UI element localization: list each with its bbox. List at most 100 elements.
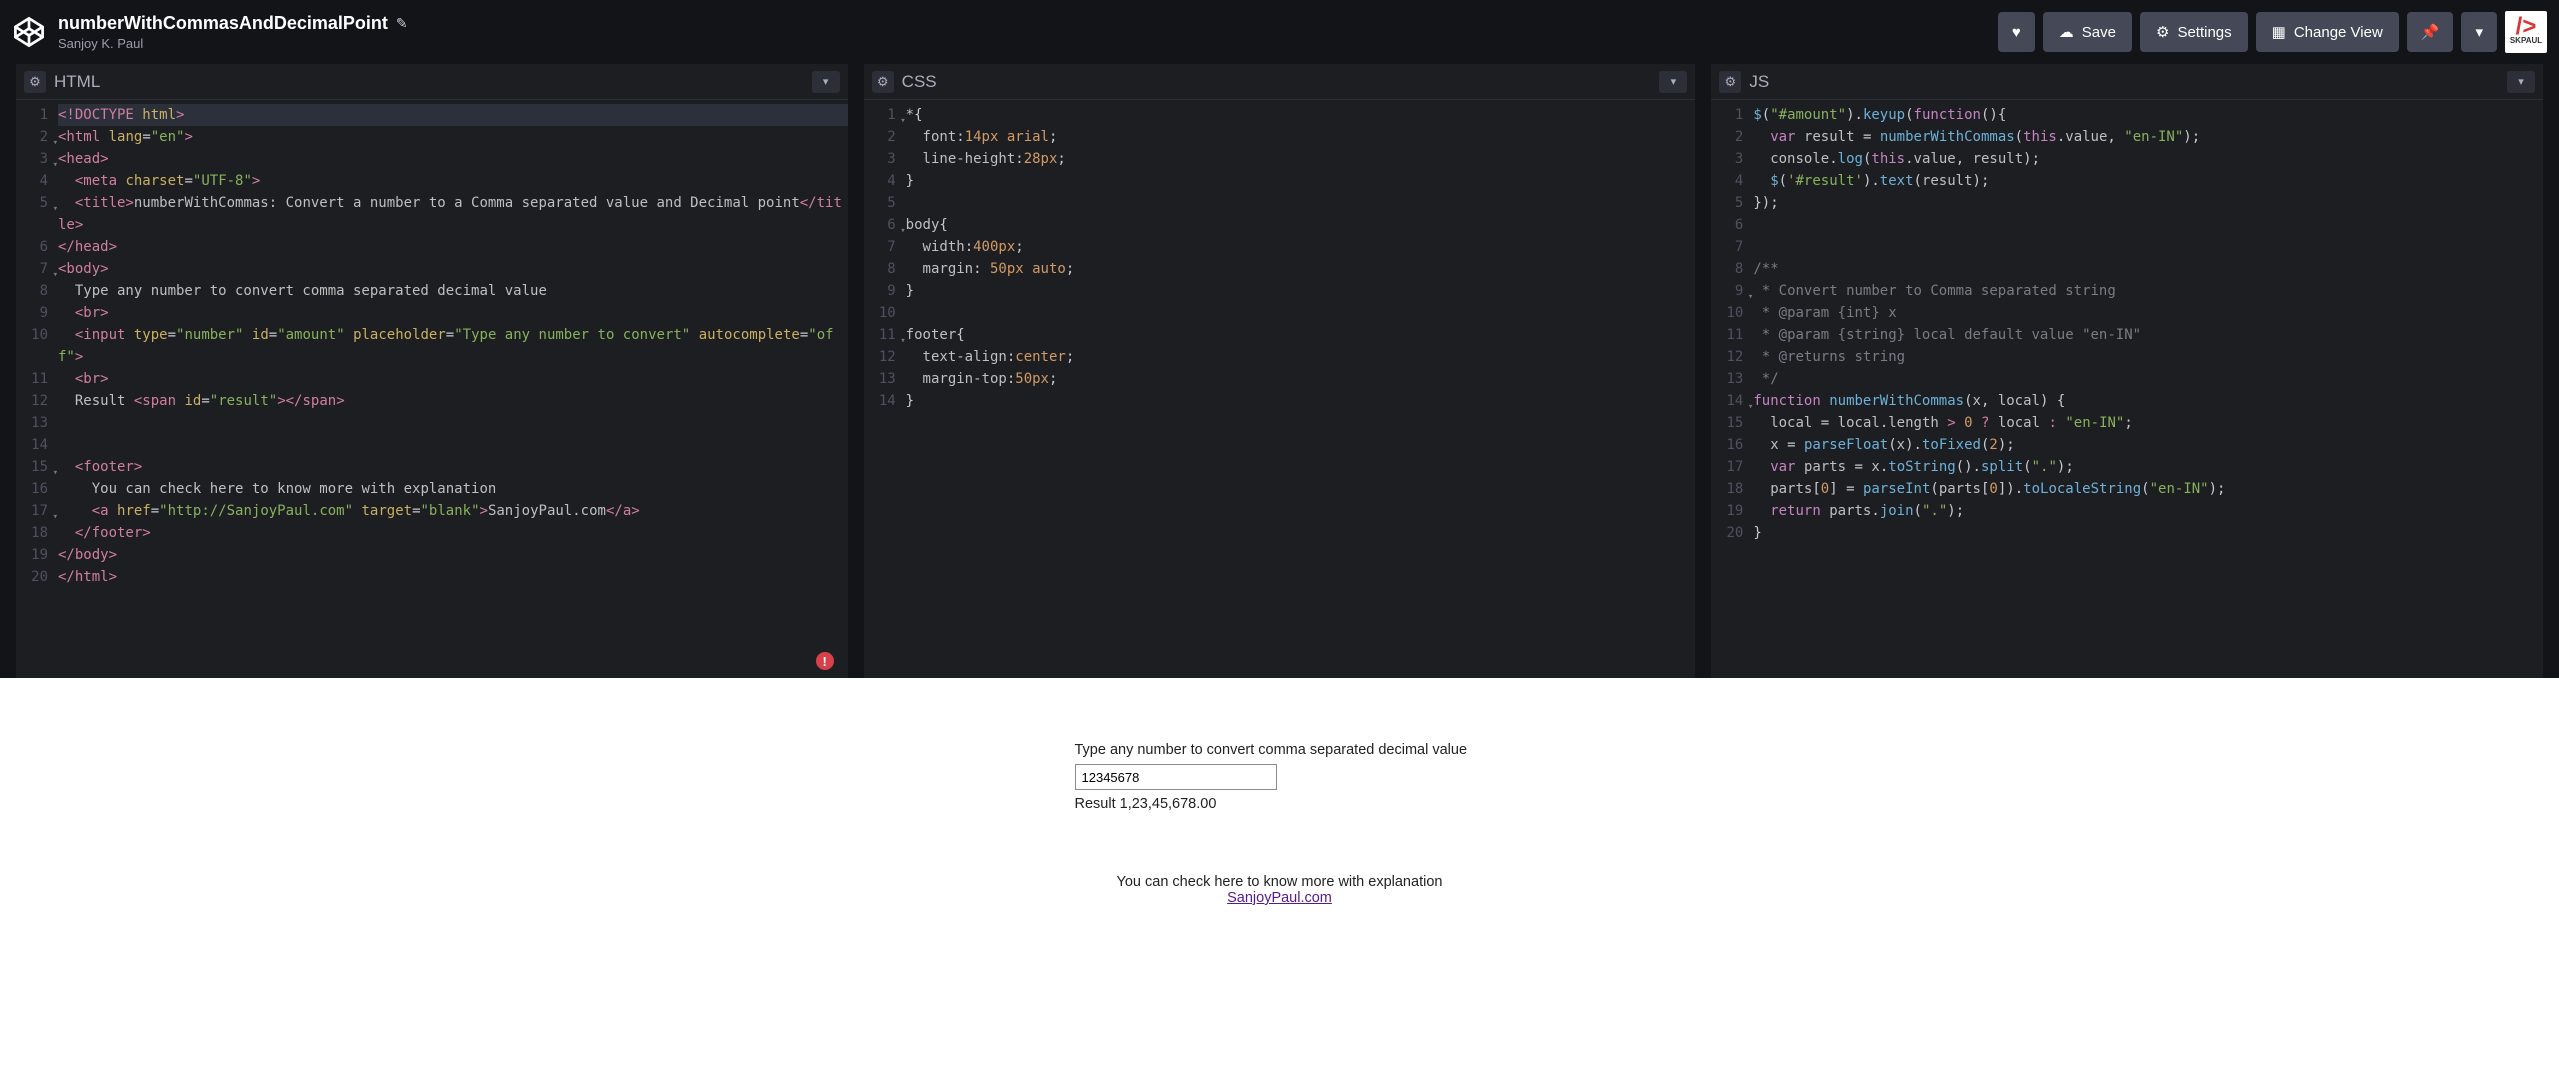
code-content[interactable]: <title>numberWithCommas: Convert a numbe…: [58, 192, 848, 236]
code-content[interactable]: You can check here to know more with exp…: [58, 478, 848, 500]
fold-icon[interactable]: ▾: [53, 198, 58, 220]
code-content[interactable]: *{: [906, 104, 1696, 126]
code-line[interactable]: 4}: [864, 170, 1696, 192]
code-content[interactable]: parts[0] = parseInt(parts[0]).toLocaleSt…: [1753, 478, 2543, 500]
code-content[interactable]: <head>: [58, 148, 848, 170]
code-line[interactable]: 14▾function numberWithCommas(x, local) {: [1711, 390, 2543, 412]
pane-collapse-html[interactable]: ▾: [812, 71, 840, 93]
code-line[interactable]: 2 var result = numberWithCommas(this.val…: [1711, 126, 2543, 148]
pane-collapse-css[interactable]: ▾: [1659, 71, 1687, 93]
code-line[interactable]: 5▾ <title>numberWithCommas: Convert a nu…: [16, 192, 848, 236]
code-line[interactable]: 10 <input type="number" id="amount" plac…: [16, 324, 848, 368]
pin-button[interactable]: 📌: [2407, 12, 2454, 52]
code-line[interactable]: 17▾ <a href="http://SanjoyPaul.com" targ…: [16, 500, 848, 522]
code-line[interactable]: 1▾*{: [864, 104, 1696, 126]
code-content[interactable]: */: [1753, 368, 2543, 390]
code-editor-css[interactable]: 1▾*{2 font:14px arial;3 line-height:28px…: [864, 100, 1696, 678]
code-editor-html[interactable]: 1<!DOCTYPE html>2▾<html lang="en">3▾<hea…: [16, 100, 848, 678]
code-content[interactable]: Type any number to convert comma separat…: [58, 280, 848, 302]
code-content[interactable]: return parts.join(".");: [1753, 500, 2543, 522]
code-line[interactable]: 11 * @param {string} local default value…: [1711, 324, 2543, 346]
code-content[interactable]: function numberWithCommas(x, local) {: [1753, 390, 2543, 412]
save-button[interactable]: ☁ Save: [2043, 12, 2132, 52]
code-content[interactable]: * @param {int} x: [1753, 302, 2543, 324]
code-line[interactable]: 14: [16, 434, 848, 456]
pane-collapse-js[interactable]: ▾: [2507, 71, 2535, 93]
pane-settings-css[interactable]: ⚙: [872, 71, 894, 93]
code-content[interactable]: margin-top:50px;: [906, 368, 1696, 390]
pane-settings-js[interactable]: ⚙: [1719, 71, 1741, 93]
pane-settings-html[interactable]: ⚙: [24, 71, 46, 93]
code-line[interactable]: 2▾<html lang="en">: [16, 126, 848, 148]
code-content[interactable]: text-align:center;: [906, 346, 1696, 368]
code-content[interactable]: <footer>: [58, 456, 848, 478]
code-content[interactable]: <html lang="en">: [58, 126, 848, 148]
code-line[interactable]: 18 parts[0] = parseInt(parts[0]).toLocal…: [1711, 478, 2543, 500]
code-line[interactable]: 3▾<head>: [16, 148, 848, 170]
code-content[interactable]: body{: [906, 214, 1696, 236]
code-line[interactable]: 13: [16, 412, 848, 434]
code-content[interactable]: * @returns string: [1753, 346, 2543, 368]
code-line[interactable]: 12 text-align:center;: [864, 346, 1696, 368]
code-line[interactable]: 11 <br>: [16, 368, 848, 390]
amount-input[interactable]: [1075, 764, 1277, 790]
code-content[interactable]: /**: [1753, 258, 2543, 280]
code-content[interactable]: </footer>: [58, 522, 848, 544]
code-line[interactable]: 17 var parts = x.toString().split(".");: [1711, 456, 2543, 478]
code-content[interactable]: margin: 50px auto;: [906, 258, 1696, 280]
code-line[interactable]: 1<!DOCTYPE html>: [16, 104, 848, 126]
code-content[interactable]: var parts = x.toString().split(".");: [1753, 456, 2543, 478]
code-content[interactable]: line-height:28px;: [906, 148, 1696, 170]
code-line[interactable]: 3 line-height:28px;: [864, 148, 1696, 170]
code-content[interactable]: x = parseFloat(x).toFixed(2);: [1753, 434, 2543, 456]
change-view-button[interactable]: ▦ Change View: [2256, 12, 2399, 52]
code-line[interactable]: 10: [864, 302, 1696, 324]
code-line[interactable]: 3 console.log(this.value, result);: [1711, 148, 2543, 170]
error-badge[interactable]: !: [816, 652, 834, 670]
code-line[interactable]: 16 x = parseFloat(x).toFixed(2);: [1711, 434, 2543, 456]
code-line[interactable]: 12 * @returns string: [1711, 346, 2543, 368]
code-line[interactable]: 6</head>: [16, 236, 848, 258]
code-line[interactable]: 8 margin: 50px auto;: [864, 258, 1696, 280]
code-line[interactable]: 4 <meta charset="UTF-8">: [16, 170, 848, 192]
code-line[interactable]: 8/**: [1711, 258, 2543, 280]
code-line[interactable]: 6: [1711, 214, 2543, 236]
code-content[interactable]: <meta charset="UTF-8">: [58, 170, 848, 192]
like-button[interactable]: ♥: [1998, 12, 2035, 52]
code-line[interactable]: 12 Result <span id="result"></span>: [16, 390, 848, 412]
code-line[interactable]: 7▾<body>: [16, 258, 848, 280]
code-line[interactable]: 6▾body{: [864, 214, 1696, 236]
code-content[interactable]: }: [906, 280, 1696, 302]
code-content[interactable]: });: [1753, 192, 2543, 214]
code-line[interactable]: 4 $('#result').text(result);: [1711, 170, 2543, 192]
code-content[interactable]: </head>: [58, 236, 848, 258]
code-content[interactable]: var result = numberWithCommas(this.value…: [1753, 126, 2543, 148]
code-line[interactable]: 1$("#amount").keyup(function(){: [1711, 104, 2543, 126]
code-content[interactable]: * @param {string} local default value "e…: [1753, 324, 2543, 346]
code-line[interactable]: 13 margin-top:50px;: [864, 368, 1696, 390]
code-line[interactable]: 9 <br>: [16, 302, 848, 324]
code-content[interactable]: </body>: [58, 544, 848, 566]
code-content[interactable]: <a href="http://SanjoyPaul.com" target="…: [58, 500, 848, 522]
code-line[interactable]: 7: [1711, 236, 2543, 258]
code-line[interactable]: 2 font:14px arial;: [864, 126, 1696, 148]
code-content[interactable]: local = local.length > 0 ? local : "en-I…: [1753, 412, 2543, 434]
settings-button[interactable]: ⚙ Settings: [2140, 12, 2248, 52]
code-line[interactable]: 13 */: [1711, 368, 2543, 390]
code-line[interactable]: 16 You can check here to know more with …: [16, 478, 848, 500]
code-line[interactable]: 7 width:400px;: [864, 236, 1696, 258]
avatar[interactable]: /> SKPAUL: [2505, 11, 2547, 53]
code-content[interactable]: console.log(this.value, result);: [1753, 148, 2543, 170]
code-line[interactable]: 14}: [864, 390, 1696, 412]
code-content[interactable]: $('#result').text(result);: [1753, 170, 2543, 192]
code-content[interactable]: * Convert number to Comma separated stri…: [1753, 280, 2543, 302]
code-content[interactable]: }: [906, 390, 1696, 412]
code-content[interactable]: Result <span id="result"></span>: [58, 390, 848, 412]
code-line[interactable]: 15▾ <footer>: [16, 456, 848, 478]
code-content[interactable]: <br>: [58, 302, 848, 324]
code-line[interactable]: 5});: [1711, 192, 2543, 214]
code-content[interactable]: [58, 434, 848, 456]
code-line[interactable]: 9}: [864, 280, 1696, 302]
code-line[interactable]: 18 </footer>: [16, 522, 848, 544]
code-content[interactable]: <!DOCTYPE html>: [58, 104, 848, 126]
